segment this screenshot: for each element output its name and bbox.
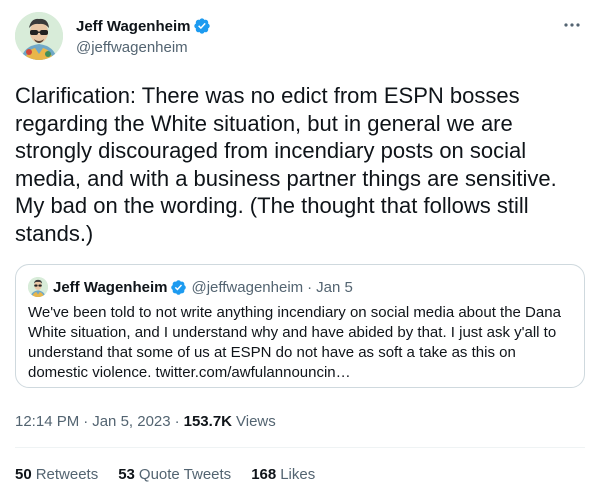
more-options-icon[interactable] bbox=[561, 14, 583, 36]
verified-badge-icon bbox=[193, 17, 211, 35]
likes-stat[interactable]: 168 Likes bbox=[251, 466, 315, 483]
author-avatar[interactable] bbox=[15, 12, 63, 60]
quoted-tweet-text: We've been told to not write anything in… bbox=[28, 304, 561, 381]
retweets-stat[interactable]: 50 Retweets bbox=[15, 466, 98, 483]
quoted-date[interactable]: Jan 5 bbox=[316, 279, 353, 296]
engagement-stats: 50 Retweets 53 Quote Tweets 168 Likes bbox=[15, 466, 335, 483]
author-names: Jeff Wagenheim @jeffwagenheim bbox=[76, 16, 211, 56]
meta-separator: · bbox=[83, 413, 89, 430]
quoted-tweet-header: Jeff Wagenheim @jeffwagenheim · Jan 5 bbox=[28, 277, 353, 297]
verified-badge-icon bbox=[170, 279, 187, 296]
author-handle[interactable]: @jeffwagenheim bbox=[76, 39, 211, 56]
quoted-author-avatar bbox=[28, 277, 48, 297]
tweet-text: Clarification: There was no edict from E… bbox=[15, 83, 557, 246]
tweet-meta: 12:14 PM · Jan 5, 2023 · 153.7K Views bbox=[15, 413, 276, 430]
views-label: Views bbox=[236, 413, 276, 430]
divider bbox=[15, 447, 585, 448]
tweet-header: Jeff Wagenheim @jeffwagenheim bbox=[15, 12, 583, 68]
quote-tweets-label: Quote Tweets bbox=[138, 466, 232, 483]
views-count: 153.7K bbox=[183, 413, 232, 430]
retweets-count: 50 bbox=[15, 466, 32, 483]
retweets-label: Retweets bbox=[35, 466, 99, 483]
quoted-author-display-name: Jeff Wagenheim bbox=[53, 278, 168, 296]
tweet-date[interactable]: Jan 5, 2023 bbox=[92, 413, 170, 430]
tweet-time[interactable]: 12:14 PM bbox=[15, 413, 79, 430]
quoted-author-handle: @jeffwagenheim bbox=[191, 278, 304, 296]
likes-label: Likes bbox=[280, 466, 316, 483]
quote-tweets-stat[interactable]: 53 Quote Tweets bbox=[118, 466, 231, 483]
meta-separator: · bbox=[174, 413, 180, 430]
author-display-name[interactable]: Jeff Wagenheim bbox=[76, 18, 190, 35]
quoted-separator: · bbox=[307, 278, 313, 296]
quote-tweets-count: 53 bbox=[118, 466, 135, 483]
likes-count: 168 bbox=[251, 466, 277, 483]
quoted-tweet[interactable]: Jeff Wagenheim @jeffwagenheim · Jan 5 We… bbox=[15, 264, 585, 388]
